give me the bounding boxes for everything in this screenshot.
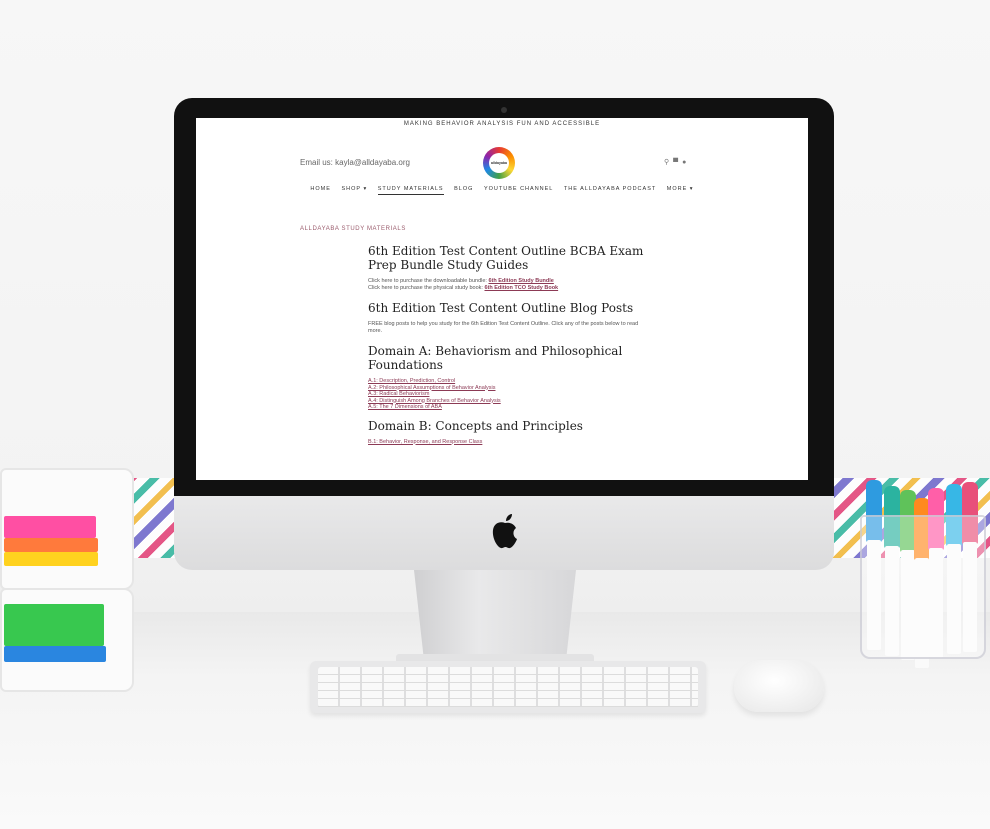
breadcrumb: ALLDAYABA STUDY MATERIALS [300,226,406,232]
domain-a-links: A.1: Description, Prediction, Control A.… [368,378,648,411]
camera-icon [501,107,507,113]
nav-item-blog[interactable]: BLOG [454,186,473,194]
monitor-chin [174,496,834,570]
nav-item-youtube[interactable]: YOUTUBE CHANNEL [484,186,553,194]
apple-logo-icon [492,514,517,549]
keyboard-key-rows [318,667,698,707]
site-logo[interactable]: alldayaba [483,147,515,179]
keyboard [310,661,706,713]
search-icon[interactable]: ⚲ [664,159,673,166]
nav-item-home[interactable]: HOME [310,186,331,194]
sticky-pad-green [4,604,104,646]
nav-item-podcast[interactable]: THE ALLDAYABA PODCAST [564,186,656,194]
logo-text: alldayaba [489,153,509,173]
marker-cup [860,515,986,659]
bundle-link[interactable]: 6th Edition Study Bundle [488,278,553,284]
sticky-pad-orange [4,538,98,552]
domain-b-title: Domain B: Concepts and Principles [368,418,583,433]
account-icon[interactable]: ● [682,159,690,166]
blog-description: FREE blog posts to help you study for th… [368,321,639,334]
domain-b-links: B.1: Behavior, Response, and Response Cl… [368,439,648,446]
domain-a-title: Domain A: Behaviorism and Philosophical … [368,344,623,372]
sticky-pad-blue [4,646,106,662]
announcement-bar: MAKING BEHAVIOR ANALYSIS FUN AND ACCESSI… [403,121,601,127]
sticky-note-tray [0,468,134,692]
nav-item-study-materials[interactable]: STUDY MATERIALS [377,186,444,195]
bundle-line1-text: Click here to purchase the downloadable … [368,278,489,284]
sticky-pad-yellow [4,552,98,566]
cart-icon[interactable]: ▀ [673,159,682,166]
bundle-links: Click here to purchase the downloadable … [368,278,648,292]
bundle-title: 6th Edition Test Content Outline BCBA Ex… [368,244,644,272]
study-book-link[interactable]: 6th Edition TCO Study Book [484,285,558,291]
email-link[interactable]: Email us: kayla@alldayaba.org [300,158,410,167]
monitor-stand [414,570,576,658]
header-icons: ⚲▀● [664,158,690,166]
domain-b-link[interactable]: B.1: Behavior, Response, and Response Cl… [368,439,648,446]
main-content: 6th Edition Test Content Outline BCBA Ex… [368,242,648,453]
nav-item-more[interactable]: MORE ▾ [667,186,694,194]
nav-item-shop[interactable]: SHOP ▾ [341,186,367,194]
mouse [734,660,824,712]
blog-title: 6th Edition Test Content Outline Blog Po… [368,301,634,315]
site-header: Email us: kayla@alldayaba.org alldayaba … [300,146,694,180]
domain-a-link[interactable]: A.5: The 7 Dimensions of ABA [368,404,648,411]
bundle-line2-text: Click here to purchase the physical stud… [368,285,485,291]
sticky-pad-pink [4,516,96,538]
website-screen: MAKING BEHAVIOR ANALYSIS FUN AND ACCESSI… [196,118,808,480]
main-nav: HOME SHOP ▾ STUDY MATERIALS BLOG YOUTUBE… [196,186,808,195]
